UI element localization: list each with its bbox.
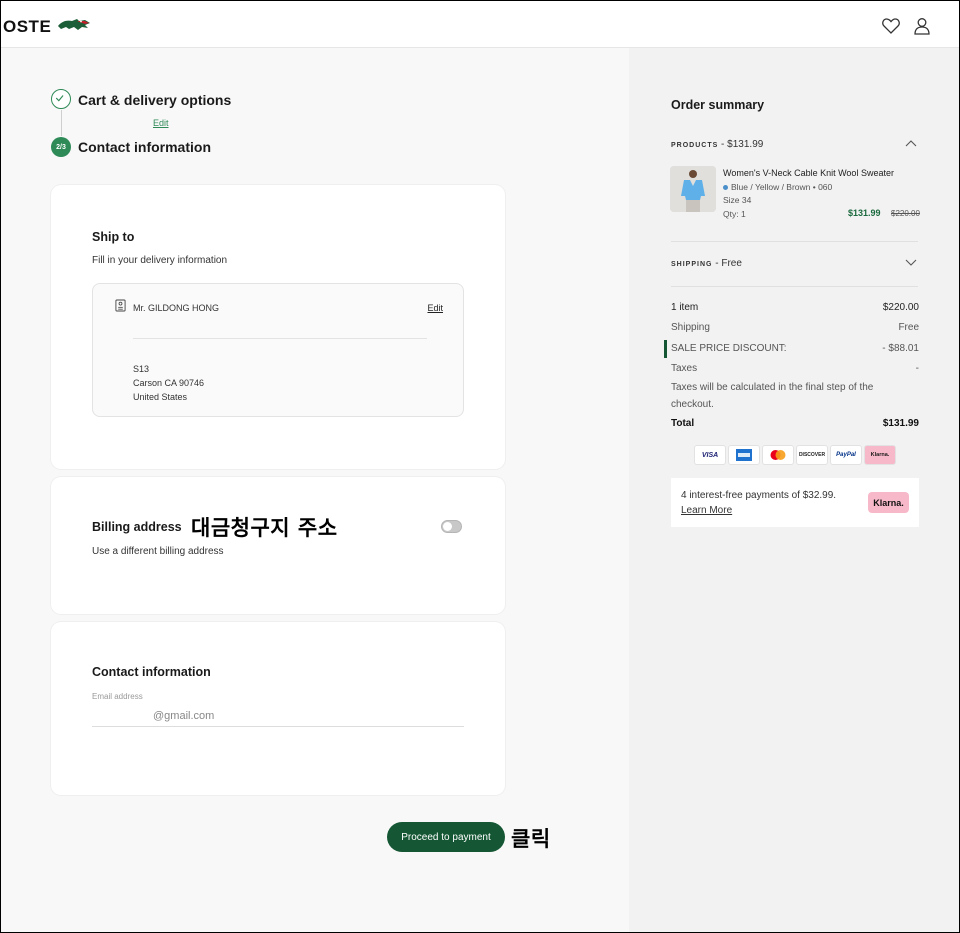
amex-icon — [729, 446, 759, 464]
address-divider — [133, 338, 427, 339]
product-name: Women's V-Neck Cable Knit Wool Sweater — [723, 168, 894, 178]
klarna-badge: Klarna. — [868, 492, 909, 513]
user-icon[interactable] — [912, 16, 932, 36]
product-original-price: $220.00 — [891, 209, 920, 218]
order-summary-title: Order summary — [671, 98, 765, 112]
recipient-name: Mr. GILDONG HONG — [133, 303, 220, 313]
address-line-3: United States — [133, 392, 188, 402]
checkmark-icon — [55, 95, 64, 102]
billing-subtitle: Use a different billing address — [92, 546, 224, 557]
proceed-to-payment-button[interactable]: Proceed to payment — [387, 822, 505, 852]
shipping-label: SHIPPING — [671, 261, 713, 268]
site-header: OSTE — [1, 1, 959, 48]
different-billing-toggle[interactable] — [441, 520, 462, 533]
mastercard-icon — [763, 446, 793, 464]
billing-title: Billing address — [92, 520, 182, 534]
klarna-learn-more-link[interactable]: Learn More — [681, 505, 732, 516]
total-value: $131.99 — [882, 418, 919, 429]
klarna-installments-box: 4 interest-free payments of $32.99. Lear… — [671, 478, 919, 527]
discover-icon: DISCOVER — [797, 446, 827, 464]
brand-logo-text[interactable]: OSTE — [3, 17, 51, 37]
products-section-toggle[interactable]: PRODUCTS - $131.99 — [671, 139, 763, 150]
mastercard-logo-icon — [770, 450, 786, 460]
checkout-main: Cart & delivery options Edit 2/3 Contact… — [1, 48, 629, 932]
product-qty: Qty: 1 — [723, 209, 746, 219]
email-input[interactable]: @gmail.com — [153, 710, 214, 722]
items-label: 1 item — [671, 302, 699, 313]
discount-highlight-bar — [664, 340, 667, 358]
total-label: Total — [671, 418, 695, 429]
products-total: - $131.99 — [718, 139, 764, 150]
product-thumbnail — [670, 166, 716, 212]
product-color-text: Blue / Yellow / Brown • 060 — [731, 182, 833, 192]
billing-annotation: 대금청구지 주소 — [191, 516, 338, 540]
chevron-up-icon[interactable] — [905, 139, 917, 147]
ship-to-card: Ship to Fill in your delivery informatio… — [51, 185, 505, 469]
billing-address-card: Billing address Use a different billing … — [51, 477, 505, 614]
product-size: Size 34 — [723, 195, 752, 205]
ship-to-title: Ship to — [92, 230, 135, 244]
click-annotation: 클릭 — [511, 827, 551, 851]
paypal-icon: PayPal — [831, 446, 861, 464]
visa-icon: VISA — [695, 446, 725, 464]
discount-value: - $88.01 — [882, 343, 919, 354]
id-card-icon — [115, 299, 126, 312]
taxes-note: Taxes will be calculated in the final st… — [671, 382, 874, 410]
shipping-section-toggle[interactable]: SHIPPING - Free — [671, 258, 742, 269]
step-connector — [61, 110, 62, 136]
shipping-row-value: Free — [898, 322, 919, 333]
step-done-indicator — [51, 89, 71, 109]
taxes-label: Taxes — [671, 363, 698, 374]
contact-info-card: Contact information Email address @gmail… — [51, 622, 505, 795]
ship-to-subtitle: Fill in your delivery information — [92, 255, 228, 266]
klarna-text: 4 interest-free payments of $32.99. — [681, 490, 837, 501]
email-label: Email address — [92, 692, 143, 701]
chevron-down-icon[interactable] — [905, 259, 917, 267]
products-label: PRODUCTS — [671, 142, 719, 149]
summary-divider — [671, 241, 918, 242]
step-current-badge: 2/3 — [51, 137, 71, 157]
saved-address-box[interactable]: Mr. GILDONG HONG Edit S13 Carson CA 9074… — [92, 283, 464, 417]
order-summary-panel: Order summary PRODUCTS - $131.99 Women's… — [629, 48, 959, 932]
edit-address-link[interactable]: Edit — [427, 303, 443, 313]
page-frame: OSTE Cart & delivery options Edit 2/3 Co… — [0, 0, 960, 933]
color-swatch — [723, 185, 728, 191]
items-value: $220.00 — [882, 302, 919, 313]
address-line-1: S13 — [133, 364, 150, 374]
step-title-contact: Contact information — [78, 139, 211, 155]
sweater-image-icon — [670, 166, 716, 212]
amex-logo-icon — [736, 449, 752, 461]
klarna-icon: Klarna. — [865, 446, 895, 464]
heart-icon[interactable] — [881, 16, 901, 36]
shipping-row-label: Shipping — [671, 322, 710, 333]
crocodile-logo-icon[interactable] — [57, 15, 91, 35]
address-line-2: Carson CA 90746 — [133, 378, 205, 388]
discount-label: SALE PRICE DISCOUNT: — [671, 343, 787, 354]
email-input-underline — [92, 726, 464, 727]
product-sale-price: $131.99 — [848, 208, 881, 218]
shipping-value: - Free — [712, 258, 742, 269]
contact-title: Contact information — [92, 665, 211, 679]
product-color: Blue / Yellow / Brown • 060 — [723, 182, 832, 192]
taxes-value: - — [915, 363, 919, 374]
step-title-cart: Cart & delivery options — [78, 92, 232, 108]
edit-cart-link[interactable]: Edit — [153, 118, 169, 128]
summary-divider — [671, 286, 918, 287]
